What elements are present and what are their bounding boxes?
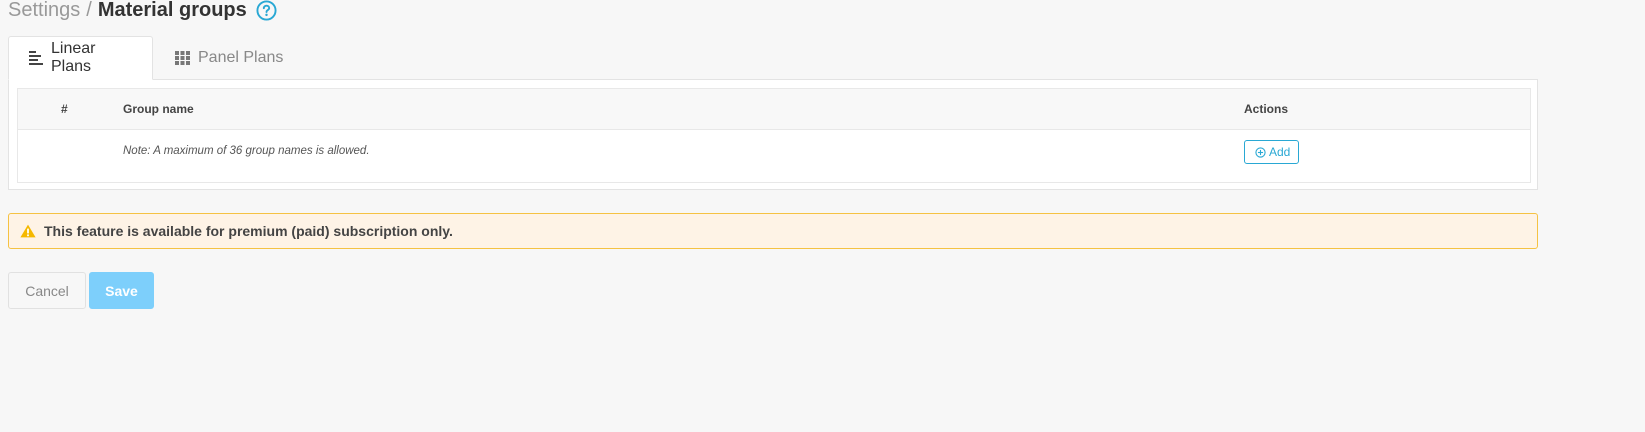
question-circle-icon[interactable] (256, 0, 278, 21)
column-header-actions: Actions (1244, 88, 1531, 130)
column-header-group-name: Group name (123, 88, 1244, 130)
plan-tabs: Linear Plans Panel Plans (8, 36, 303, 80)
page: Settings / Material groups Linear Plans (0, 0, 1645, 432)
premium-feature-alert: This feature is available for premium (p… (8, 213, 1538, 249)
max-groups-note: Note: A maximum of 36 group names is all… (123, 145, 370, 157)
add-group-button[interactable]: Add (1244, 140, 1300, 164)
cancel-button[interactable]: Cancel (8, 272, 86, 309)
tab-linear-plans[interactable]: Linear Plans (8, 36, 153, 80)
save-button[interactable]: Save (89, 272, 154, 309)
breadcrumb-separator: / (86, 0, 92, 21)
tab-panel-plans[interactable]: Panel Plans (153, 36, 303, 80)
add-button-label: Add (1269, 145, 1291, 159)
actions-cell: Add (1244, 130, 1531, 183)
linear-plans-panel: # Group name Actions Note: A maximum of … (8, 79, 1538, 190)
align-left-icon (29, 51, 43, 65)
column-header-number: # (17, 88, 123, 130)
page-title: Material groups (97, 0, 247, 21)
grid-icon (175, 51, 190, 65)
alert-text: This feature is available for premium (p… (44, 223, 453, 239)
tab-linear-plans-label: Linear Plans (51, 40, 96, 75)
material-groups-table: # Group name Actions Note: A maximum of … (17, 88, 1531, 183)
breadcrumb: Settings / Material groups (8, 0, 278, 26)
table-header-row: # Group name Actions (17, 88, 1531, 130)
breadcrumb-parent[interactable]: Settings (8, 0, 80, 22)
warning-triangle-icon (20, 224, 36, 238)
row-number-cell (18, 130, 124, 183)
tab-panel-plans-label: Panel Plans (198, 49, 284, 66)
note-cell: Note: A maximum of 36 group names is all… (123, 130, 1244, 183)
plus-circle-icon (1255, 146, 1266, 158)
table-row: Note: A maximum of 36 group names is all… (18, 130, 1531, 183)
